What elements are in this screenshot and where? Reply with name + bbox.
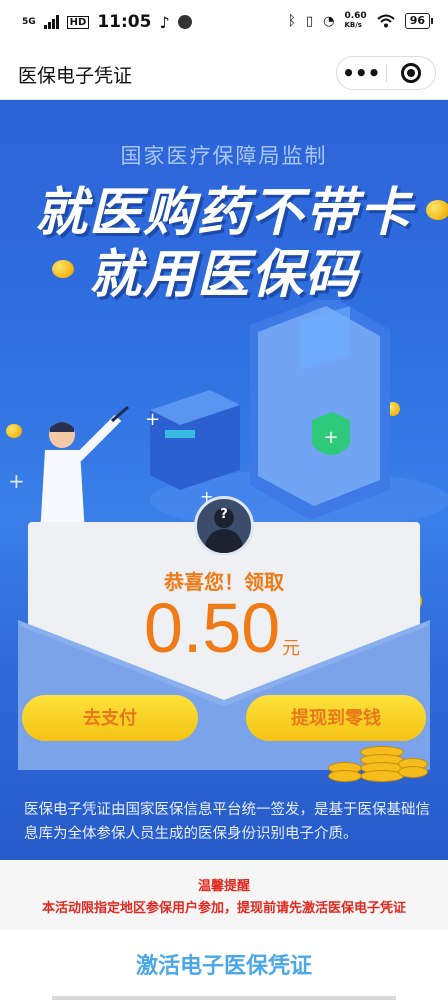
notice-text: 本活动限指定地区参保用户参加，提现前请先激活医保电子凭证 <box>41 901 406 916</box>
bottom-divider <box>52 996 396 1000</box>
hd-icon: HD <box>66 15 90 29</box>
hero-subtitle: 国家医疗保障局监制 <box>120 144 328 168</box>
close-mini-program-icon <box>400 63 421 83</box>
coin-stack-icon <box>328 762 362 782</box>
status-bar: 5G HD 11:05 ♪ ᛒ ▯ ◔ 0.60 KB/s 96 <box>0 0 448 46</box>
svg-text:+: + <box>145 409 160 430</box>
close-mini-program-button[interactable] <box>386 63 435 83</box>
vibrate-icon: ▯ <box>305 13 314 29</box>
hero-banner: 国家医疗保障局监制 就医购药不带卡 就用医保码 + + + + ? 恭喜您！领取… <box>0 100 448 860</box>
net-speed: 0.60 KB/s <box>344 12 366 30</box>
question-avatar-icon: ? <box>220 507 228 522</box>
mini-program-capsule: ••• <box>336 56 436 90</box>
title-bar: 医保电子凭证 ••• <box>0 46 448 100</box>
network-label: 5G <box>22 17 36 27</box>
page-title: 医保电子凭证 <box>18 65 133 87</box>
svg-text:+: + <box>323 427 338 448</box>
avatar-body <box>205 529 243 553</box>
description-text: 医保电子凭证由国家医保信息平台统一签发，是基于医保基础信息库为全体参保人员生成的… <box>24 802 430 842</box>
avatar: ? <box>194 496 254 556</box>
pay-button[interactable]: 去支付 <box>22 695 198 741</box>
status-time: 11:05 <box>97 12 152 32</box>
phone-illustration <box>250 300 390 520</box>
alarm-icon: ◔ <box>323 13 335 29</box>
reward-unit: 元 <box>282 638 300 659</box>
signal-icon <box>43 15 59 29</box>
bluetooth-icon: ᛒ <box>287 13 296 29</box>
more-icon[interactable]: ••• <box>337 63 386 83</box>
doctor-figure <box>40 405 129 530</box>
music-icon: ♪ <box>159 12 170 32</box>
net-speed-value: 0.60 <box>344 11 367 21</box>
notice-title: 温馨提醒 <box>197 879 250 894</box>
notice-panel: 温馨提醒 本活动限指定地区参保用户参加，提现前请先激活医保电子凭证 <box>0 860 448 930</box>
wifi-icon <box>377 14 395 28</box>
svg-text:+: + <box>8 469 25 493</box>
coin-icon <box>52 260 74 278</box>
coin-stack-icon <box>398 758 428 778</box>
activate-button[interactable]: 激活电子医保凭证 <box>0 948 448 980</box>
app-icon <box>177 15 192 29</box>
net-speed-unit: KB/s <box>344 21 362 29</box>
coin-icon <box>426 200 448 220</box>
battery-icon: 96 <box>404 13 434 29</box>
withdraw-button[interactable]: 提现到零钱 <box>246 695 426 741</box>
activate-section: 激活电子医保凭证 <box>0 930 448 1000</box>
reward-amount: 0.50 <box>144 589 281 667</box>
